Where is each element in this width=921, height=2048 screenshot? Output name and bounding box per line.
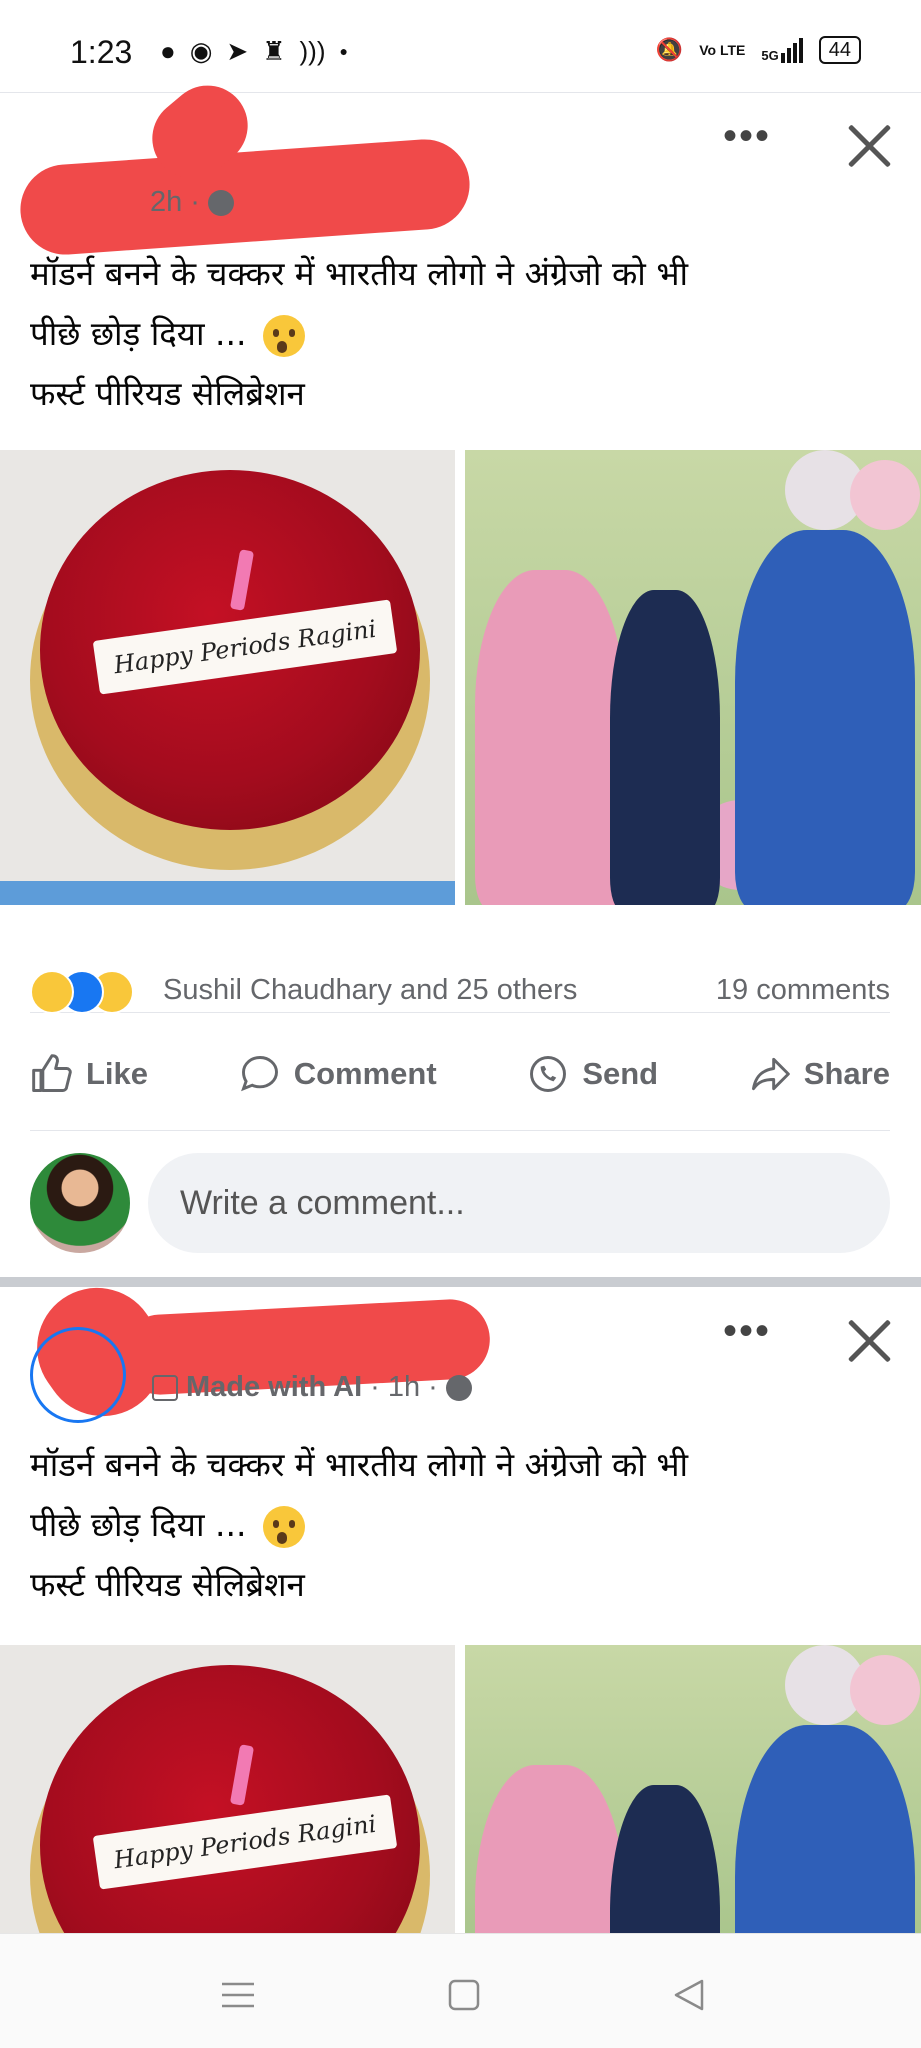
mute-icon: 🔕 [655, 37, 684, 62]
telegram-icon: ➤ [226, 36, 249, 66]
post-separator [0, 1277, 921, 1287]
balloon [850, 460, 920, 530]
menu-icon[interactable] [218, 1978, 258, 2012]
post-text-line: मॉडर्न बनने के चक्कर में भारतीय लोगो ने … [30, 254, 689, 293]
party-photo[interactable] [465, 450, 921, 905]
ribbon [0, 881, 455, 905]
comment-input[interactable]: Write a comment... [148, 1153, 890, 1253]
volte-label: Vo LTE [699, 42, 746, 58]
trophy-icon: ♜ [262, 36, 286, 66]
raised-eyebrow-emoji-icon [262, 314, 305, 357]
person-girl [610, 590, 720, 905]
reactions-text[interactable]: Sushil Chaudhary and 25 others [163, 974, 577, 1007]
home-icon[interactable] [444, 1978, 484, 2012]
status-bar: 1:23 ● ◉ ➤ ♜ ))) ● 🔕 Vo LTE 5G 44 [0, 0, 921, 92]
system-icons: 🔕 Vo LTE 5G 44 [656, 36, 861, 64]
comment-bubble-icon [240, 1056, 278, 1092]
avatar-ring [30, 1327, 126, 1423]
status-time: 1:23 [70, 34, 133, 70]
haha-reaction-icon [30, 970, 74, 1014]
comment-button[interactable]: Comment [238, 1052, 437, 1096]
post-text: मॉडर्न बनने के चक्कर में भारतीय लोगो ने … [30, 1435, 890, 1615]
globe-icon [445, 1374, 472, 1401]
avatar[interactable] [30, 1153, 130, 1253]
like-label: Like [86, 1056, 149, 1091]
system-nav-bar [0, 1933, 921, 2048]
post-text-line: फर्स्ट पीरियड सेलिब्रेशन [30, 374, 305, 413]
post-text-line: फर्स्ट पीरियड सेलिब्रेशन [30, 1565, 305, 1604]
comments-count[interactable]: 19 comments [716, 974, 890, 1007]
post-text-line: पीछे छोड़ दिया ... [30, 314, 247, 353]
ai-label-icon [152, 1374, 178, 1401]
post-card: 2h · ••• मॉडर्न बनने के चक्कर में भारतीय… [0, 69, 921, 1277]
globe-icon [207, 189, 234, 216]
cake-photo[interactable]: Happy Periods Ragini [0, 1645, 455, 1933]
chat-bubble-icon: ● [160, 36, 176, 66]
more-options-button[interactable]: ••• [723, 116, 771, 156]
notification-icons: ● ◉ ➤ ♜ ))) ● [160, 36, 348, 66]
person-man [735, 530, 915, 905]
back-icon[interactable] [670, 1978, 710, 2012]
divider [30, 1012, 890, 1013]
made-with-ai-label[interactable]: Made with AI [186, 1371, 362, 1404]
post-card: Made with AI · 1h · ••• मॉडर्न बनने के च… [0, 1287, 921, 1933]
close-icon[interactable] [845, 122, 893, 170]
share-button[interactable]: Share [748, 1052, 890, 1096]
redacted-author [17, 136, 473, 258]
like-button[interactable]: Like [30, 1052, 148, 1096]
thumbs-up-icon [32, 1054, 72, 1092]
network-label: 5G [761, 47, 779, 63]
wifi-call-icon: ))) [299, 36, 326, 66]
post-text: मॉडर्न बनने के चक्कर में भारतीय लोगो ने … [30, 244, 890, 424]
share-arrow-icon [751, 1057, 790, 1091]
post-text-line: पीछे छोड़ दिया ... [30, 1505, 247, 1544]
comment-label: Comment [293, 1056, 437, 1091]
comment-composer: Write a comment... [30, 1148, 890, 1258]
post-time: 2h [150, 186, 183, 218]
post-meta: 2h · [150, 186, 234, 219]
post-text-line: मॉडर्न बनने के चक्कर में भारतीय लोगो ने … [30, 1445, 689, 1484]
party-photo[interactable] [465, 1645, 921, 1933]
signal-icon: 5G [761, 37, 803, 63]
person-woman [475, 570, 625, 905]
whatsapp-icon [530, 1056, 567, 1092]
post-meta: Made with AI · 1h · [152, 1371, 472, 1404]
reactions-summary[interactable]: Sushil Chaudhary and 25 others 19 commen… [30, 960, 890, 1020]
more-options-button[interactable]: ••• [723, 1311, 771, 1351]
cake-photo[interactable]: Happy Periods Ragini [0, 450, 455, 905]
battery-indicator: 44 [818, 36, 861, 64]
balloon [850, 1655, 920, 1725]
messenger-icon: ◉ [189, 36, 213, 66]
send-button[interactable]: Send [526, 1052, 658, 1096]
divider [30, 1130, 890, 1131]
send-label: Send [582, 1056, 659, 1091]
post-time: 1h [387, 1371, 421, 1403]
share-label: Share [803, 1056, 890, 1091]
reaction-icons [30, 970, 150, 1014]
post-actions: Like Comment Send Share [30, 1024, 890, 1124]
dot-icon: ● [339, 43, 348, 59]
raised-eyebrow-emoji-icon [262, 1505, 305, 1548]
close-icon[interactable] [845, 1317, 893, 1365]
